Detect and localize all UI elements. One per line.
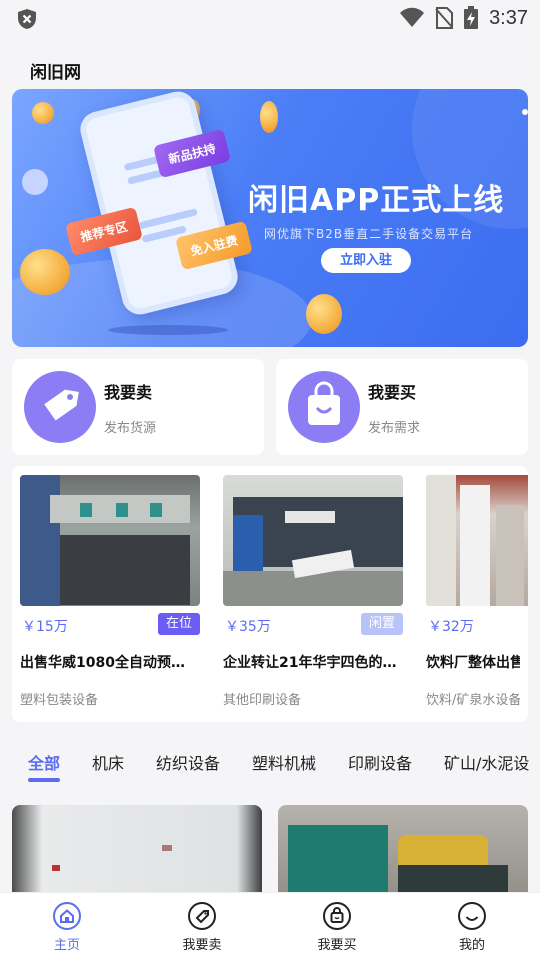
home-icon: [53, 902, 81, 930]
banner-title: 闲旧APP正式上线: [248, 183, 505, 218]
tab-printing[interactable]: 印刷设备: [348, 740, 412, 784]
product-category: 饮料/矿泉水设备: [426, 693, 520, 708]
promo-banner[interactable]: 新品扶持 推荐专区 免入驻费 闲旧APP正式上线 网优旗下B2B垂直二手设备交易…: [12, 89, 528, 347]
shield-icon: [18, 9, 36, 29]
battery-charging-icon: [464, 6, 479, 29]
sell-card[interactable]: 我要卖 发布货源: [12, 359, 264, 455]
status-badge: 闲置: [360, 613, 403, 635]
no-sim-icon: [435, 7, 454, 29]
feed-item-image[interactable]: [12, 805, 262, 905]
product-name: 出售华威1080全自动预…: [20, 655, 185, 671]
nav-sell-label: 我要卖: [182, 938, 222, 953]
status-badge: 在位: [157, 613, 200, 635]
bottom-navigation: 主页 我要卖 我要买 我的: [0, 892, 540, 960]
buy-title: 我要买: [368, 383, 417, 402]
tab-all[interactable]: 全部: [28, 740, 61, 784]
buy-subtitle: 发布需求: [368, 421, 421, 436]
nav-profile[interactable]: 我的: [432, 901, 512, 953]
tab-mining-cement[interactable]: 矿山/水泥设: [444, 740, 529, 784]
nav-home[interactable]: 主页: [27, 901, 107, 953]
clock: 3:37: [489, 6, 528, 29]
product-image: [20, 475, 200, 606]
tab-plastic-machinery[interactable]: 塑料机械: [252, 740, 316, 784]
tag-icon: [188, 902, 216, 930]
nav-profile-label: 我的: [458, 938, 485, 953]
product-card[interactable]: ￥35万 闲置 企业转让21年华宇四色的… 其他印刷设备: [223, 475, 403, 708]
nav-home-label: 主页: [53, 938, 80, 953]
nav-buy-label: 我要买: [317, 938, 357, 953]
nav-buy[interactable]: 我要买: [297, 901, 377, 953]
wifi-icon: [400, 7, 425, 27]
sell-title: 我要卖: [104, 383, 153, 402]
bag-icon: [323, 902, 351, 930]
product-category: 其他印刷设备: [223, 693, 302, 708]
category-tabs[interactable]: 全部 机床 纺织设备 塑料机械 印刷设备 矿山/水泥设: [0, 740, 540, 790]
product-category: 塑料包装设备: [20, 693, 99, 708]
tab-textile[interactable]: 纺织设备: [156, 740, 220, 784]
product-image: [426, 475, 528, 606]
product-carousel[interactable]: ￥15万 在位 出售华威1080全自动预… 塑料包装设备 ￥35万 闲置 企业转…: [12, 466, 528, 722]
coin-icon: [260, 101, 278, 133]
banner-subtitle: 网优旗下B2B垂直二手设备交易平台: [264, 227, 474, 241]
coin-icon: [20, 249, 70, 295]
product-name: 企业转让21年华宇四色的…: [223, 655, 397, 671]
product-card[interactable]: ￥15万 在位 出售华威1080全自动预… 塑料包装设备: [20, 475, 200, 708]
shopping-bag-icon: [288, 371, 360, 443]
coin-icon: [306, 294, 342, 334]
product-price: ￥35万: [225, 619, 271, 635]
join-now-button[interactable]: 立即入驻: [321, 248, 411, 273]
sell-subtitle: 发布货源: [104, 421, 157, 436]
status-bar: 3:37: [0, 0, 540, 36]
tab-label: 全部: [28, 754, 61, 773]
product-name: 饮料厂整体出售: [426, 655, 520, 671]
product-price: ￥32万: [428, 619, 474, 635]
buy-card[interactable]: 我要买 发布需求: [276, 359, 528, 455]
product-card[interactable]: ￥32万 饮料厂整体出售 饮料/矿泉水设备: [426, 475, 528, 708]
smile-icon: [458, 902, 486, 930]
product-price: ￥15万: [22, 619, 68, 635]
product-image: [223, 475, 403, 606]
active-tab-indicator: [28, 778, 61, 782]
nav-sell[interactable]: 我要卖: [162, 901, 242, 953]
app-title: 闲旧网: [30, 63, 81, 83]
coin-icon: [32, 102, 54, 124]
price-tag-icon: [24, 371, 96, 443]
feed-item-image[interactable]: [278, 805, 528, 905]
tab-machine-tools[interactable]: 机床: [92, 740, 124, 784]
